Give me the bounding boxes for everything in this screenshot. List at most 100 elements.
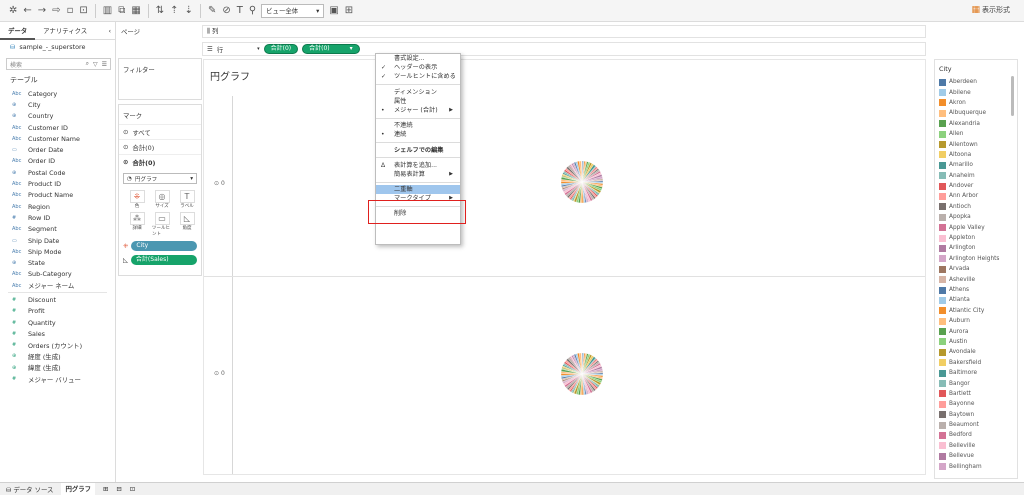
field-item[interactable]: # Row ID <box>0 212 115 223</box>
field-item[interactable]: Abc メジャー ネーム <box>0 280 115 291</box>
tab-datasource[interactable]: ⛁ データ ソース <box>6 485 53 494</box>
filters-shelf[interactable]: フィルター <box>118 58 202 100</box>
label-icon[interactable]: T <box>234 0 246 22</box>
field-item[interactable]: ⊕ Country <box>0 111 115 122</box>
clear-icon[interactable]: ▦ <box>128 0 143 22</box>
legend-item[interactable]: Anaheim <box>935 171 1017 181</box>
legend-item[interactable]: Avondale <box>935 347 1017 357</box>
highlight-icon[interactable]: ✎ <box>205 0 219 22</box>
pages-shelf[interactable]: ページ <box>117 22 203 52</box>
legend-item[interactable]: Apple Valley <box>935 222 1017 232</box>
undo-icon[interactable]: ← <box>20 0 34 22</box>
replay-icon[interactable]: ⇨ <box>49 0 63 22</box>
legend-item[interactable]: Aberdeen <box>935 77 1017 87</box>
legend-item[interactable]: Beaumont <box>935 420 1017 430</box>
legend-item[interactable]: Arvada <box>935 264 1017 274</box>
group-icon[interactable]: ⊘ <box>219 0 233 22</box>
label-button[interactable]: T ラベル <box>177 190 197 209</box>
field-item[interactable]: ▭ Order Date <box>0 144 115 155</box>
new-worksheet-icon[interactable]: ▥ <box>100 0 115 22</box>
menu-item[interactable]: シェルフでの編集 <box>376 146 460 155</box>
menu-item[interactable]: 二重軸 <box>376 185 460 195</box>
datasource-item[interactable]: ⛁ sample_-_superstore <box>0 40 115 54</box>
size-button[interactable]: ◎ サイズ <box>152 190 172 209</box>
field-item[interactable]: # Quantity <box>0 317 115 328</box>
field-item[interactable]: ▭ Ship Date <box>0 235 115 246</box>
mark-type-select[interactable]: ◔ 円グラフ ▾ <box>123 173 197 184</box>
angle-button[interactable]: ◺ 角度 <box>177 212 197 237</box>
field-item[interactable]: Abc Segment <box>0 224 115 235</box>
collapse-icon[interactable]: ‹ <box>108 27 111 35</box>
legend-item[interactable]: Arlington <box>935 243 1017 253</box>
field-item[interactable]: Abc Sub-Category <box>0 269 115 280</box>
legend-item[interactable]: Amarillo <box>935 160 1017 170</box>
sales-angle-pill-row[interactable]: ◺ 合計(Sales) <box>119 253 201 267</box>
legend-item[interactable]: Baltimore <box>935 368 1017 378</box>
legend-item[interactable]: Baytown <box>935 410 1017 420</box>
filter-icon[interactable]: ▽ <box>93 61 98 68</box>
marks-all[interactable]: ⊙ すべて <box>119 124 201 139</box>
legend-item[interactable]: Belleville <box>935 441 1017 451</box>
tableau-logo-icon[interactable]: ✲ <box>6 0 20 22</box>
columns-shelf[interactable]: ⫼ 列 <box>202 25 926 38</box>
field-item[interactable]: # Profit <box>0 306 115 317</box>
new-story-icon[interactable]: ⊡ <box>130 485 135 493</box>
worksheet-view[interactable]: 円グラフ ⊙ 0 ⊙ 0 <box>203 59 926 475</box>
legend-item[interactable]: Ann Arbor <box>935 191 1017 201</box>
view-list-icon[interactable]: ☰ <box>102 61 107 68</box>
legend-item[interactable]: Bedford <box>935 430 1017 440</box>
menu-item[interactable]: 不連続 <box>376 121 460 130</box>
new-worksheet-icon[interactable]: ⊞ <box>103 485 108 493</box>
legend-item[interactable]: Arlington Heights <box>935 254 1017 264</box>
legend-item[interactable]: Bakersfield <box>935 358 1017 368</box>
field-item[interactable]: # Discount <box>0 294 115 305</box>
sales-pill[interactable]: 合計(Sales) <box>130 255 197 265</box>
legend-item[interactable]: Altoona <box>935 150 1017 160</box>
legend-item[interactable]: Andover <box>935 181 1017 191</box>
marks-sum-1[interactable]: ⊙ 合計(0) <box>119 139 201 154</box>
swap-icon[interactable]: ⇅ <box>153 0 167 22</box>
legend-item[interactable]: Bellingham <box>935 461 1017 471</box>
menu-item[interactable]: ✓ ツールヒントに含める <box>376 72 460 81</box>
color-button[interactable]: ⁜ 色 <box>127 190 147 209</box>
share-icon[interactable]: ⊞ <box>342 0 356 22</box>
field-item[interactable]: # Orders (カウント) <box>0 340 115 351</box>
menu-item[interactable]: Δ 表計算を追加... <box>376 161 460 170</box>
menu-item[interactable]: ✓ ヘッダーの表示 <box>376 63 460 72</box>
field-item[interactable]: Abc Region <box>0 201 115 212</box>
legend-item[interactable]: Auburn <box>935 316 1017 326</box>
rows-pill-1[interactable]: 合計(0) <box>263 44 299 54</box>
legend-item[interactable]: Antioch <box>935 202 1017 212</box>
tooltip-button[interactable]: ▭ ツールヒント <box>152 212 172 237</box>
field-item[interactable]: # メジャー バリュー <box>0 373 115 384</box>
rows-shelf[interactable]: ☰ 行 ▾ 合計(0) 合計(0) ▾ <box>202 42 926 56</box>
field-item[interactable]: ⊕ Postal Code <box>0 167 115 178</box>
legend-item[interactable]: Bangor <box>935 378 1017 388</box>
redo-icon[interactable]: → <box>35 0 49 22</box>
fit-select[interactable]: ビュー全体 ▾ <box>261 3 325 18</box>
legend-item[interactable]: Atlanta <box>935 295 1017 305</box>
search-field[interactable]: 検索 ⌕ ▽ ☰ <box>6 58 111 70</box>
legend-item[interactable]: Athens <box>935 285 1017 295</box>
city-pill[interactable]: City <box>131 241 197 251</box>
detail-button[interactable]: ⁂ 詳細 <box>127 212 147 237</box>
legend-item[interactable]: Atlantic City <box>935 306 1017 316</box>
show-me-button[interactable]: ▦ 表示形式 <box>971 5 1010 15</box>
tab-data[interactable]: データ <box>0 22 36 40</box>
new-datasource-icon[interactable]: ⊡ <box>76 0 90 22</box>
legend-item[interactable]: Bellevue <box>935 451 1017 461</box>
menu-item[interactable]: 簡易表計算 ▶ <box>376 170 460 179</box>
field-item[interactable]: ⊕ 経度 (生成) <box>0 351 115 362</box>
tab-pie-chart[interactable]: 円グラフ <box>61 483 96 495</box>
legend-item[interactable]: Aurora <box>935 326 1017 336</box>
legend-item[interactable]: Akron <box>935 98 1017 108</box>
legend-item[interactable]: Abilene <box>935 87 1017 97</box>
sort-asc-icon[interactable]: ⇡ <box>167 0 181 22</box>
menu-item[interactable]: 属性 <box>376 97 460 106</box>
menu-item[interactable]: • 連続 <box>376 130 460 139</box>
legend-item[interactable]: Appleton <box>935 233 1017 243</box>
duplicate-icon[interactable]: ⧉ <box>115 0 128 22</box>
field-item[interactable]: Abc Customer ID <box>0 122 115 133</box>
field-item[interactable]: Abc Order ID <box>0 156 115 167</box>
field-item[interactable]: ⊕ State <box>0 257 115 268</box>
